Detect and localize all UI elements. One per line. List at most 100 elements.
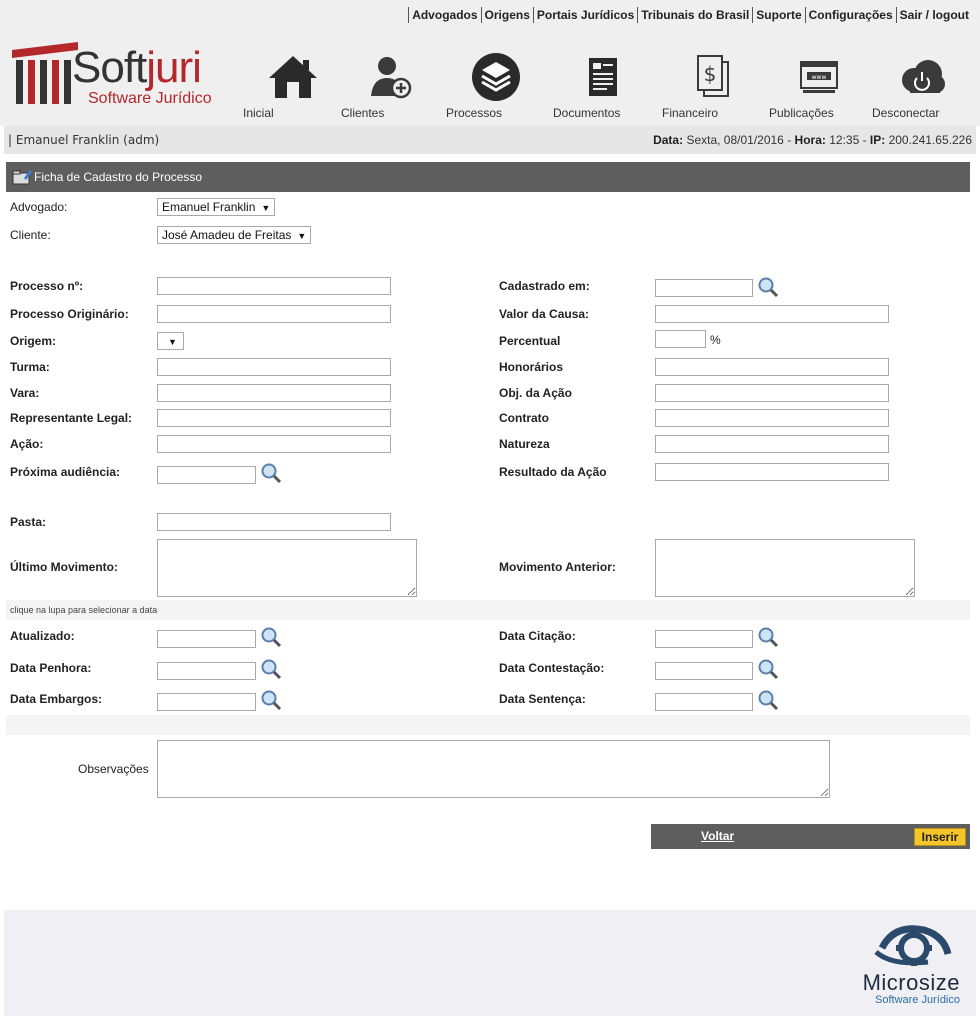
nav-financeiro-label: Financeiro xyxy=(662,106,719,120)
data-citacao-input[interactable] xyxy=(655,630,753,648)
cadastrado-em-label: Cadastrado em: xyxy=(499,279,590,293)
link-origens[interactable]: Origens xyxy=(480,7,533,23)
observacoes-label: Observações xyxy=(78,762,149,776)
nav-processos[interactable]: Processos xyxy=(446,52,546,120)
proxima-audiencia-input[interactable] xyxy=(157,466,256,484)
processo-input[interactable] xyxy=(157,277,391,295)
magnifier-icon[interactable] xyxy=(757,658,779,680)
advogado-selected-value: Emanuel Franklin xyxy=(162,200,256,214)
softjuri-logo[interactable]: Softjuri Software Jurídico xyxy=(10,40,220,110)
nav-clientes[interactable]: Clientes xyxy=(341,52,441,120)
nav-publicacoes[interactable]: www Publicações xyxy=(769,52,869,120)
chevron-down-icon: ▼ xyxy=(297,231,307,241)
atualizado-input[interactable] xyxy=(157,630,256,648)
valor-da-causa-input[interactable] xyxy=(655,305,889,323)
cadastrado-em-input[interactable] xyxy=(655,279,753,297)
nav-clientes-label: Clientes xyxy=(341,106,385,120)
link-suporte[interactable]: Suporte xyxy=(752,7,804,23)
link-advogados[interactable]: Advogados xyxy=(408,7,480,23)
ip-value: 200.241.65.226 xyxy=(885,133,972,147)
brand-name: Softjuri xyxy=(72,43,202,92)
brand-name-part1: Soft xyxy=(72,43,147,92)
acao-input[interactable] xyxy=(157,435,391,453)
magnifier-icon[interactable] xyxy=(260,689,282,711)
data-contestacao-input[interactable] xyxy=(655,662,753,680)
obj-da-acao-input[interactable] xyxy=(655,384,889,402)
vara-input[interactable] xyxy=(157,384,391,402)
magnifier-icon[interactable] xyxy=(260,462,282,484)
panel-header: Ficha de Cadastro do Processo xyxy=(6,162,970,192)
advogado-select[interactable]: Emanuel Franklin ▼ xyxy=(157,198,276,216)
cliente-select[interactable]: José Amadeu de Freitas ▼ xyxy=(157,226,312,244)
turma-label: Turma: xyxy=(10,360,50,374)
magnifier-icon[interactable] xyxy=(757,276,779,298)
date-label: Data: xyxy=(653,133,684,147)
inserir-button[interactable]: Inserir xyxy=(914,828,966,846)
add-client-icon xyxy=(371,57,412,99)
percentual-input[interactable] xyxy=(655,330,706,348)
data-embargos-label: Data Embargos: xyxy=(10,692,103,706)
session-info: Data: Sexta, 08/01/2016 - Hora: 12:35 - … xyxy=(653,133,972,147)
nav-documentos-label: Documentos xyxy=(553,106,621,120)
link-tribunais-do-brasil[interactable]: Tribunais do Brasil xyxy=(637,7,752,23)
contrato-input[interactable] xyxy=(655,409,889,427)
brand-subtitle: Software Jurídico xyxy=(88,90,212,107)
nav-desconectar-label: Desconectar xyxy=(872,106,940,120)
link-configuracoes[interactable]: Configurações xyxy=(804,7,896,23)
percent-sign: % xyxy=(710,333,721,347)
pasta-label: Pasta: xyxy=(10,515,47,529)
dollar-document-icon: $ xyxy=(697,55,729,97)
magnifier-icon[interactable] xyxy=(757,689,779,711)
origem-label: Origem: xyxy=(10,334,57,348)
time-label: Hora: xyxy=(794,133,826,147)
magnifier-icon[interactable] xyxy=(757,626,779,648)
header: Softjuri Software Jurídico Inicial Clien… xyxy=(0,30,980,126)
atualizado-label: Atualizado: xyxy=(10,629,75,643)
www-publication-icon: www xyxy=(800,61,838,93)
honorarios-input[interactable] xyxy=(655,358,889,376)
processo-label: Processo nº: xyxy=(10,279,84,293)
representante-legal-input[interactable] xyxy=(157,409,391,427)
nav-documentos[interactable]: Documentos xyxy=(553,52,653,120)
link-portais-juridicos[interactable]: Portais Jurídicos xyxy=(532,7,637,23)
turma-input[interactable] xyxy=(157,358,391,376)
panel-title: Ficha de Cadastro do Processo xyxy=(34,170,203,184)
data-embargos-input[interactable] xyxy=(157,693,256,711)
home-icon xyxy=(269,56,317,98)
resultado-da-acao-input[interactable] xyxy=(655,463,889,481)
nav-desconectar[interactable]: Desconectar xyxy=(872,52,972,120)
magnifier-icon[interactable] xyxy=(260,658,282,680)
magnifier-icon[interactable] xyxy=(260,626,282,648)
document-icon xyxy=(589,58,617,96)
pasta-input[interactable] xyxy=(157,513,391,531)
nav-inicial[interactable]: Inicial xyxy=(243,52,343,120)
processo-originario-input[interactable] xyxy=(157,305,391,323)
top-links-list: Advogados Origens Portais Jurídicos Trib… xyxy=(408,7,972,23)
movimento-anterior-label: Movimento Anterior: xyxy=(499,560,616,574)
ultimo-movimento-textarea[interactable] xyxy=(157,539,417,597)
link-sair-logout[interactable]: Sair / logout xyxy=(895,7,972,23)
movimento-anterior-textarea[interactable] xyxy=(655,539,915,597)
data-penhora-input[interactable] xyxy=(157,662,256,680)
natureza-input[interactable] xyxy=(655,435,889,453)
contrato-label: Contrato xyxy=(499,411,549,425)
natureza-label: Natureza xyxy=(499,437,550,451)
nav-financeiro[interactable]: $ Financeiro xyxy=(662,52,762,120)
brand-name-part2: juri xyxy=(146,43,202,92)
separator-band xyxy=(6,715,970,735)
top-links-bar: Advogados Origens Portais Jurídicos Trib… xyxy=(0,0,980,30)
user-status-bar: | Emanuel Franklin (adm) Data: Sexta, 08… xyxy=(4,126,976,154)
voltar-link[interactable]: Voltar xyxy=(701,829,734,843)
acao-label: Ação: xyxy=(10,437,44,451)
data-citacao-label: Data Citação: xyxy=(499,629,576,643)
observacoes-textarea[interactable] xyxy=(157,740,830,798)
chevron-down-icon: ▼ xyxy=(168,337,177,347)
microsize-name: Microsize xyxy=(862,970,960,995)
data-sentenca-input[interactable] xyxy=(655,693,753,711)
honorarios-label: Honorários xyxy=(499,360,564,374)
origem-select[interactable]: ▼ xyxy=(157,332,184,350)
percentual-label: Percentual xyxy=(499,334,561,348)
actions-bar: Voltar Inserir xyxy=(651,824,970,849)
folder-edit-icon xyxy=(12,170,32,185)
power-cloud-icon xyxy=(902,60,945,93)
